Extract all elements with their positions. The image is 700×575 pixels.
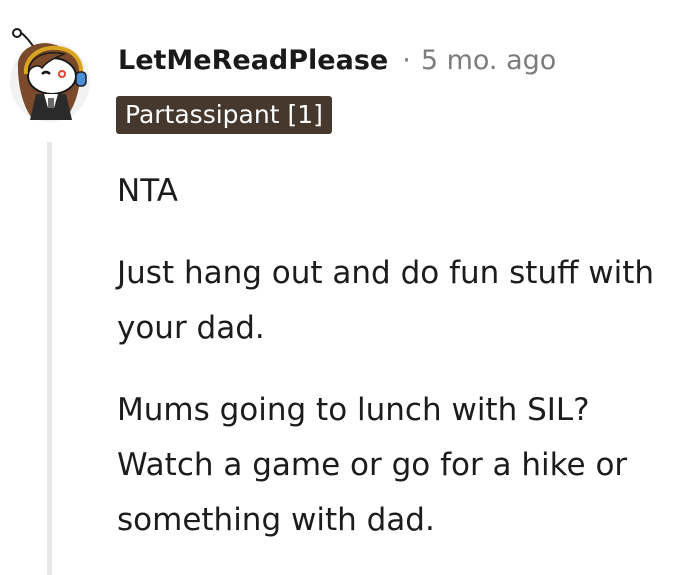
username-link[interactable]: LetMeReadPlease [118, 45, 388, 76]
comment-body: NTA Just hang out and do fun stuff with … [117, 164, 692, 548]
comment-paragraph: NTA [117, 173, 178, 209]
comment-header: LetMeReadPlease · 5 mo. ago [118, 40, 556, 80]
comment-timestamp[interactable]: 5 mo. ago [421, 45, 556, 76]
thread-line[interactable] [47, 142, 52, 575]
comment: LetMeReadPlease · 5 mo. ago Partassipant… [0, 0, 700, 575]
comment-paragraph: Just hang out and do fun stuff with your… [117, 255, 655, 346]
comment-paragraph: Mums going to lunch with SIL? Watch a ga… [117, 392, 628, 538]
meta-separator: · [402, 44, 411, 76]
snoo-avatar-icon[interactable] [6, 28, 94, 122]
user-flair-badge: Partassipant [1] [116, 96, 332, 134]
